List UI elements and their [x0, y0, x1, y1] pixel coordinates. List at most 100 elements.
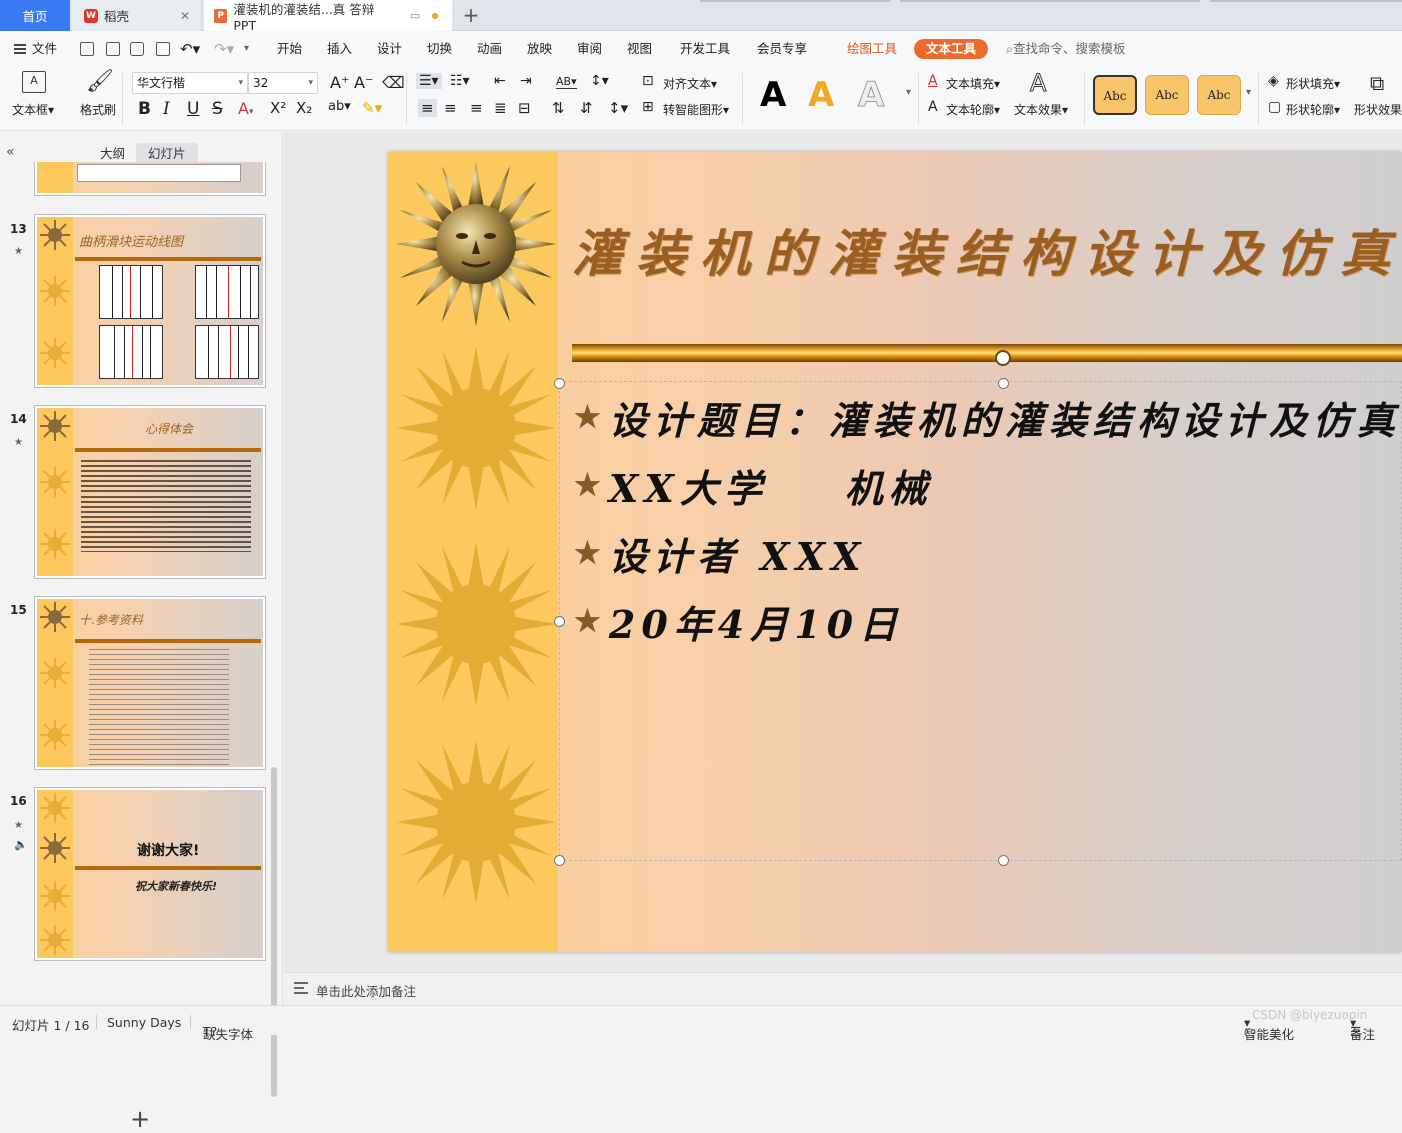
distribute-icon[interactable]: ⊟: [518, 99, 531, 117]
text-style-more-icon[interactable]: ▾: [906, 87, 911, 98]
text-fill-button[interactable]: 文本填充▾: [946, 75, 1000, 92]
menu-drawing-tools[interactable]: 绘图工具: [847, 39, 897, 59]
bullet-item[interactable]: ★ 设计者 XXX: [574, 526, 867, 581]
slide-thumbnail-12[interactable]: [34, 162, 266, 196]
quick-access-dropdown-icon[interactable]: ▾: [244, 39, 249, 59]
columns-icon[interactable]: ↕▾: [608, 99, 628, 117]
resize-handle[interactable]: [998, 378, 1009, 389]
text-direction-icon[interactable]: AB▾: [556, 75, 577, 89]
menu-file[interactable]: 文件: [14, 39, 57, 59]
menu-design[interactable]: 设计: [377, 39, 402, 59]
slide-thumbnail-13[interactable]: 曲柄滑块运动线图: [34, 214, 266, 388]
resize-handle[interactable]: [554, 855, 565, 866]
numbered-list-icon[interactable]: ☷▾: [450, 73, 470, 89]
menu-view[interactable]: 视图: [627, 39, 652, 59]
notes-icon: [294, 982, 308, 994]
highlight-icon[interactable]: ✎▾: [362, 99, 382, 117]
rotate-handle[interactable]: [995, 350, 1011, 366]
command-search[interactable]: ⌕查找命令、搜索模板: [1006, 39, 1126, 59]
tab-docer[interactable]: W 稻壳 ✕: [72, 0, 200, 31]
monitor-icon[interactable]: ▭: [410, 9, 420, 22]
shape-style-1[interactable]: Abc: [1093, 75, 1137, 115]
collapse-panel-icon[interactable]: «: [6, 144, 15, 160]
panel-scrollbar[interactable]: [271, 767, 277, 1097]
tab-home[interactable]: 首页: [0, 0, 70, 31]
subscript-icon[interactable]: X₂: [296, 99, 312, 117]
bullet-item[interactable]: ★ 20年4月10日: [574, 594, 903, 649]
shape-outline-button[interactable]: 形状轮廓▾: [1286, 101, 1340, 118]
decrease-indent-icon[interactable]: ⇤: [494, 73, 506, 89]
menu-transition[interactable]: 切换: [427, 39, 452, 59]
menu-start[interactable]: 开始: [277, 39, 302, 59]
phonetic-icon[interactable]: ab▾: [328, 99, 351, 114]
print-icon[interactable]: [130, 42, 144, 56]
shape-fill-button[interactable]: 形状填充▾: [1286, 75, 1340, 92]
notes-area[interactable]: 单击此处添加备注: [284, 972, 1402, 1005]
column-spacing-icon[interactable]: ⇅: [552, 99, 565, 117]
bold-icon[interactable]: B: [138, 99, 151, 119]
text-outline-button[interactable]: 文本轮廓▾: [946, 101, 1000, 118]
align-right-icon[interactable]: ≡: [470, 99, 483, 117]
slide-title[interactable]: 灌装机的灌装结构设计及仿真: [572, 214, 1402, 286]
format-painter-button[interactable]: 格式刷: [80, 101, 116, 118]
shape-style-2[interactable]: Abc: [1145, 75, 1189, 115]
textbox-button[interactable]: 文本框▾: [12, 101, 54, 118]
smart-beautify-button[interactable]: ◌ 智能美化 ▾: [1244, 1015, 1294, 1042]
print-preview-icon[interactable]: [156, 42, 170, 56]
animation-star-icon: ★: [14, 246, 23, 257]
font-name-select[interactable]: 华文行楷: [132, 72, 248, 94]
text-style-orange[interactable]: A: [808, 75, 834, 115]
underline-icon[interactable]: U: [187, 99, 199, 119]
clear-format-icon[interactable]: ⌫: [382, 73, 405, 92]
superscript-icon[interactable]: X²: [270, 99, 286, 117]
text-style-outline[interactable]: A: [857, 75, 884, 116]
menu-developer[interactable]: 开发工具: [680, 39, 730, 59]
resize-handle[interactable]: [554, 616, 565, 627]
align-text-button[interactable]: 对齐文本▾: [663, 75, 717, 92]
menu-insert[interactable]: 插入: [327, 39, 352, 59]
resize-handle[interactable]: [554, 378, 565, 389]
slide-thumbnail-14[interactable]: 心得体会: [34, 405, 266, 579]
font-color-icon[interactable]: A▾: [238, 99, 253, 118]
redo-icon[interactable]: ↷▾: [214, 39, 234, 59]
decrease-font-icon[interactable]: A⁻: [354, 73, 373, 92]
menu-animation[interactable]: 动画: [477, 39, 502, 59]
increase-font-icon[interactable]: A⁺: [330, 73, 349, 92]
undo-icon[interactable]: ↶▾: [180, 39, 200, 59]
menu-member[interactable]: 会员专享: [757, 39, 807, 59]
export-pdf-icon[interactable]: [106, 42, 120, 56]
theme-name[interactable]: Sunny Days: [107, 1015, 181, 1030]
tab-document[interactable]: P 灌装机的灌装结...真 答辩PPT ▭: [204, 0, 452, 33]
slide-thumbnail-16[interactable]: 谢谢大家! 祝大家新春快乐!: [34, 787, 266, 961]
bullet-item[interactable]: ★ 设计题目：灌装机的灌装结构设计及仿真: [574, 390, 1401, 445]
menu-slideshow[interactable]: 放映: [527, 39, 552, 59]
menu-text-tools[interactable]: 文本工具: [914, 39, 989, 59]
align-center-icon[interactable]: ≡: [444, 99, 457, 117]
shape-style-more-icon[interactable]: ▾: [1246, 87, 1251, 98]
increase-indent-icon[interactable]: ⇥: [520, 73, 532, 89]
align-left-icon[interactable]: ≡: [418, 99, 437, 117]
slide-thumbnail-15[interactable]: 十.参考资料: [34, 596, 266, 770]
line-spacing-icon[interactable]: ↕▾: [590, 73, 609, 89]
close-icon[interactable]: ✕: [180, 9, 190, 23]
font-size-select[interactable]: 32: [248, 72, 318, 94]
shape-effect-button[interactable]: 形状效果: [1354, 101, 1402, 118]
add-slide-button[interactable]: +: [130, 1107, 150, 1131]
bullet-list-icon[interactable]: ☰▾: [416, 73, 442, 89]
text-style-black[interactable]: A: [760, 75, 786, 115]
smart-shape-button[interactable]: 转智能图形▾: [663, 101, 729, 118]
resize-handle[interactable]: [998, 855, 1009, 866]
save-icon[interactable]: [80, 42, 94, 56]
bullet-item[interactable]: ★ XX大学 机械: [574, 458, 933, 513]
current-slide[interactable]: 灌装机的灌装结构设计及仿真 ★ 设计题目：灌装机的灌装结构设计及仿真 ★ XX大学 …: [388, 152, 1402, 952]
menu-review[interactable]: 审阅: [577, 39, 602, 59]
unsaved-dot-icon: [432, 12, 438, 19]
justify-icon[interactable]: ≣: [494, 99, 507, 117]
watermark: CSDN @biyezuopin: [1252, 1008, 1368, 1022]
strikethrough-icon[interactable]: S: [212, 99, 223, 119]
shape-style-3[interactable]: Abc: [1197, 75, 1241, 115]
new-tab-button[interactable]: +: [458, 2, 484, 28]
paragraph-spacing-icon[interactable]: ⇵: [580, 99, 593, 117]
text-effect-button[interactable]: 文本效果▾: [1014, 101, 1068, 118]
italic-icon[interactable]: I: [163, 99, 170, 119]
